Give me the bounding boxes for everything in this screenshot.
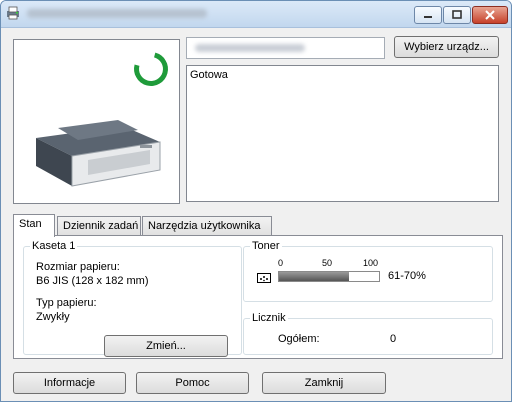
paper-size-value: B6 JIS (128 x 182 mm) <box>36 275 149 287</box>
printer-icon <box>36 120 161 187</box>
printer-name-redacted <box>195 44 305 52</box>
change-button[interactable]: Zmień... <box>104 335 228 357</box>
select-device-button[interactable]: Wybierz urządz... <box>394 36 499 58</box>
status-text: Gotowa <box>190 69 228 81</box>
info-button[interactable]: Informacje <box>13 372 126 394</box>
help-button[interactable]: Pomoc <box>136 372 249 394</box>
toner-group: Toner 0 50 100 61-70% <box>243 240 493 302</box>
toner-level-bar <box>278 271 380 282</box>
toner-scale-mid: 50 <box>322 258 333 268</box>
toner-level-fill <box>279 272 349 281</box>
printer-app-icon <box>7 6 19 20</box>
window-title-redacted <box>27 9 207 18</box>
printer-image-panel <box>13 39 180 204</box>
tray-group-label: Kaseta 1 <box>30 240 78 252</box>
minimize-icon <box>424 16 432 18</box>
tab-job-log[interactable]: Dziennik zadań <box>57 216 141 236</box>
title-bar[interactable] <box>1 1 511 28</box>
close-window-button[interactable] <box>472 6 508 24</box>
tab-user-tools[interactable]: Narzędzia użytkownika <box>142 216 272 236</box>
toner-scale-max: 100 <box>363 258 379 268</box>
toner-icon <box>257 273 271 283</box>
counter-total-value: 0 <box>390 333 397 345</box>
counter-total-label: Ogółem: <box>278 333 320 345</box>
toner-scale-min: 0 <box>278 258 284 268</box>
ready-status-icon <box>127 45 175 93</box>
maximize-button[interactable] <box>443 6 471 24</box>
close-button[interactable]: Zamknij <box>262 372 386 394</box>
status-message-area: Gotowa <box>186 65 499 202</box>
paper-type-value: Zwykły <box>36 311 70 323</box>
paper-type-label: Typ papieru: <box>36 297 97 309</box>
printer-name-field[interactable] <box>186 37 385 59</box>
toner-level-text: 61-70% <box>388 270 426 282</box>
tray-group: Kaseta 1 Rozmiar papieru: B6 JIS (128 x … <box>23 240 242 357</box>
status-tab-panel: Kaseta 1 Rozmiar papieru: B6 JIS (128 x … <box>13 235 503 359</box>
toner-group-label: Toner <box>250 240 282 252</box>
paper-size-label: Rozmiar papieru: <box>36 261 120 273</box>
printer-status-window: Wybierz urządz... Gotowa Stan Dziennik z… <box>0 0 512 402</box>
close-icon <box>485 10 495 20</box>
counter-group-label: Licznik <box>250 312 288 324</box>
minimize-button[interactable] <box>414 6 442 24</box>
tab-stan[interactable]: Stan <box>13 214 55 237</box>
counter-group: Licznik Ogółem: 0 <box>243 312 493 355</box>
maximize-icon <box>452 10 462 19</box>
